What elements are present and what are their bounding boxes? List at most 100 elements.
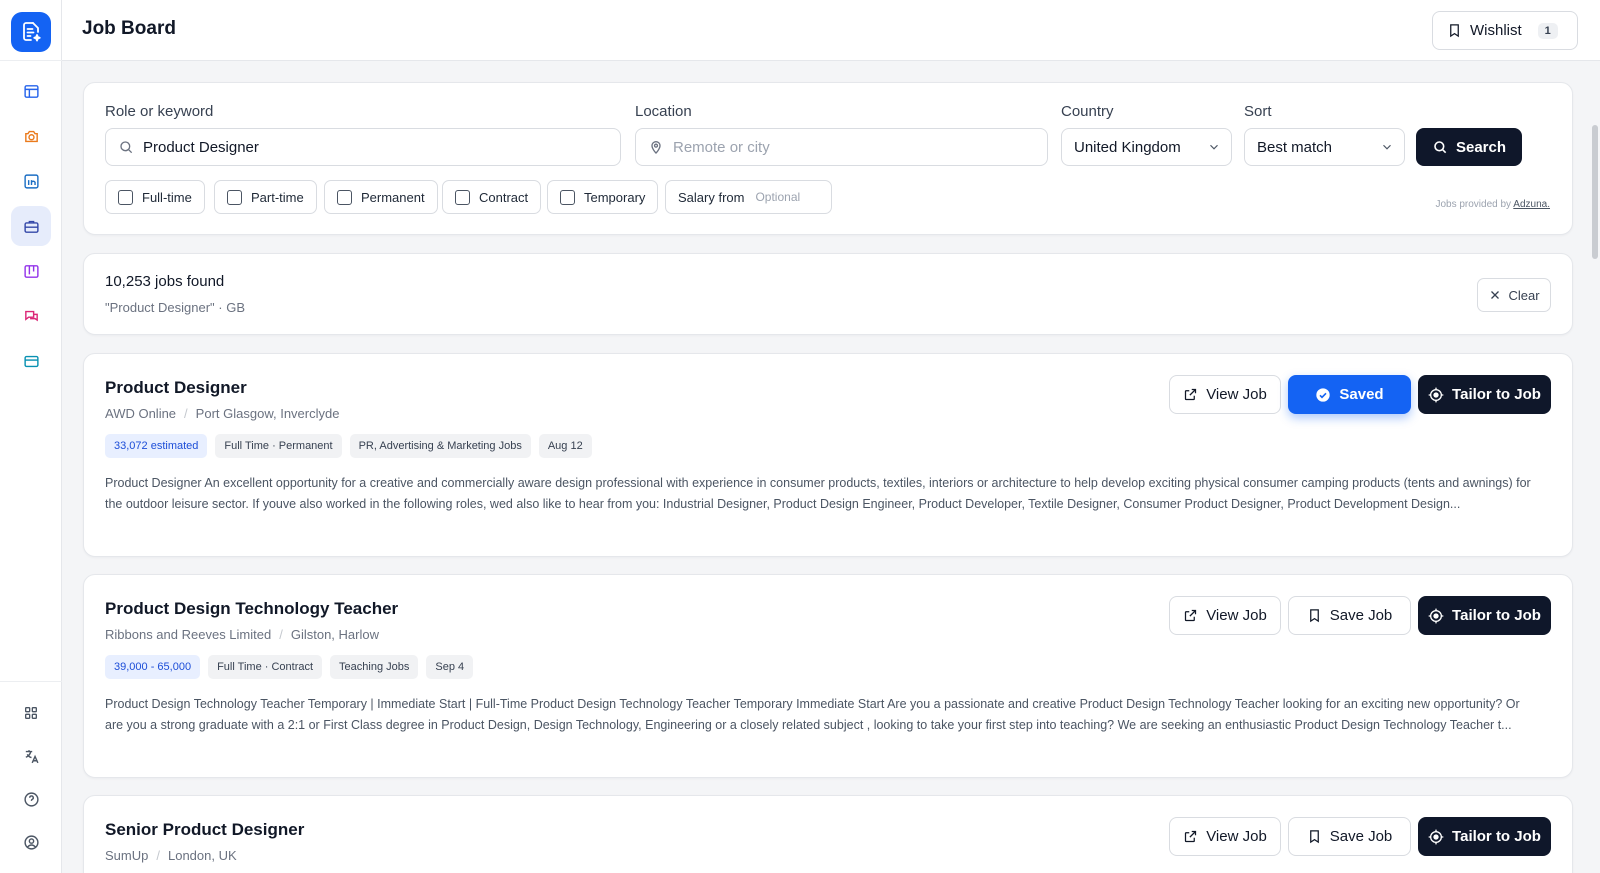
checkbox[interactable] <box>118 189 133 205</box>
sidebar-item-language[interactable] <box>11 736 51 776</box>
sidebar-item-kanban[interactable] <box>11 251 51 291</box>
job-actions: View Job Save Job Tailor to Job <box>1169 817 1551 856</box>
save-job-button[interactable]: Save Job <box>1288 817 1411 856</box>
app-logo[interactable] <box>11 12 51 52</box>
checkbox[interactable] <box>227 189 242 205</box>
filter-label: Full-time <box>142 189 192 205</box>
filter-temporary[interactable]: Temporary <box>547 180 659 214</box>
job-tags: 39,000 - 65,000 Full Time · Contract Tea… <box>105 655 474 679</box>
contract-tag: Full Time · Permanent <box>215 434 342 458</box>
job-meta: AWD Online / Port Glasgow, Inverclyde <box>105 406 339 421</box>
filter-label: Permanent <box>361 189 425 205</box>
search-icon <box>1434 141 1447 154</box>
wishlist-button[interactable]: Wishlist 1 <box>1432 11 1578 50</box>
job-company: SumUp <box>105 848 149 863</box>
filter-part-time[interactable]: Part-time <box>214 180 317 214</box>
window-icon <box>23 355 39 367</box>
tailor-label: Tailor to Job <box>1452 828 1541 845</box>
search-button-label: Search <box>1455 138 1507 156</box>
job-description: Product Design Technology Teacher Tempor… <box>105 697 1520 732</box>
sidebar-item-apps[interactable] <box>11 693 51 733</box>
sidebar-item-help[interactable] <box>11 779 51 819</box>
sidebar-item-linkedin[interactable] <box>11 161 51 201</box>
job-title[interactable]: Product Design Technology Teacher <box>105 599 398 619</box>
meta-separator: / <box>279 627 283 642</box>
bookmark-icon <box>1450 24 1459 38</box>
tailor-to-job-button[interactable]: Tailor to Job <box>1418 817 1551 856</box>
results-count: 10,253 jobs found <box>105 273 225 290</box>
clear-button[interactable]: Clear <box>1477 278 1551 312</box>
scrollbar-thumb[interactable] <box>1592 125 1598 259</box>
chevron-down-icon <box>1383 144 1391 150</box>
salary-tag: 33,072 estimated <box>105 434 208 458</box>
chevron-down-icon <box>1210 144 1218 150</box>
sidebar-item-dashboard[interactable] <box>11 71 51 111</box>
target-icon <box>1428 387 1444 402</box>
wishlist-label: Wishlist <box>1470 22 1522 39</box>
briefcase-icon <box>23 220 39 233</box>
view-job-button[interactable]: View Job <box>1169 817 1281 856</box>
filter-label: Temporary <box>584 189 646 205</box>
job-meta: SumUp / London, UK <box>105 848 237 863</box>
sidebar-item-messages[interactable] <box>11 296 51 336</box>
country-select[interactable]: United Kingdom <box>1061 128 1232 166</box>
sidebar-item-account[interactable] <box>11 822 51 862</box>
job-title[interactable]: Senior Product Designer <box>105 820 304 840</box>
bookmark-icon <box>1309 830 1319 844</box>
save-job-button[interactable]: Save Job <box>1288 596 1411 635</box>
view-job-label: View Job <box>1206 386 1267 403</box>
tailor-label: Tailor to Job <box>1452 386 1541 403</box>
user-icon <box>23 834 39 850</box>
checkbox[interactable] <box>455 189 470 205</box>
filter-full-time[interactable]: Full-time <box>105 180 205 214</box>
job-card: Senior Product Designer SumUp / London, … <box>83 795 1573 873</box>
provider-link[interactable]: Adzuna. <box>1513 199 1550 210</box>
view-job-label: View Job <box>1206 607 1267 624</box>
save-job-label: Save Job <box>1329 607 1393 624</box>
translate-icon <box>25 749 39 763</box>
external-link-icon <box>1185 388 1197 401</box>
check-circle-icon <box>1316 387 1331 402</box>
category-tag: Teaching Jobs <box>330 655 419 679</box>
search-panel: Role or keyword Product Designer Locatio… <box>83 82 1573 235</box>
filter-permanent[interactable]: Permanent <box>324 180 438 214</box>
filter-contract[interactable]: Contract <box>442 180 542 214</box>
job-actions: View Job Save Job Tailor to Job <box>1169 596 1551 635</box>
salary-tag: 39,000 - 65,000 <box>105 655 201 679</box>
location-placeholder: Remote or city <box>673 138 770 156</box>
view-job-button[interactable]: View Job <box>1169 375 1281 414</box>
tailor-to-job-button[interactable]: Tailor to Job <box>1418 375 1551 414</box>
job-tags: 33,072 estimated Full Time · Permanent P… <box>105 434 592 458</box>
job-card: Product Designer AWD Online / Port Glasg… <box>83 353 1573 557</box>
provider-credit: Jobs provided by Adzuna. <box>1435 199 1550 210</box>
role-input[interactable]: Product Designer <box>105 128 621 166</box>
chat-icon <box>24 310 38 321</box>
sidebar-item-job-board[interactable] <box>11 206 51 246</box>
main-content: Role or keyword Product Designer Locatio… <box>62 61 1600 873</box>
tailor-to-job-button[interactable]: Tailor to Job <box>1418 596 1551 635</box>
role-label: Role or keyword <box>105 103 214 120</box>
checkbox[interactable] <box>560 189 575 205</box>
checkbox[interactable] <box>337 189 352 205</box>
salary-from-input[interactable]: Salary from Optional <box>665 180 832 214</box>
close-icon <box>1491 291 1500 299</box>
saved-button[interactable]: Saved <box>1288 375 1411 414</box>
help-icon <box>23 791 39 807</box>
view-job-button[interactable]: View Job <box>1169 596 1281 635</box>
sort-select[interactable]: Best match <box>1244 128 1405 166</box>
contract-tag: Full Time · Contract <box>208 655 323 679</box>
category-tag: PR, Advertising & Marketing Jobs <box>349 434 531 458</box>
location-input[interactable]: Remote or city <box>635 128 1048 166</box>
country-label: Country <box>1061 103 1114 120</box>
map-pin-icon <box>651 141 661 154</box>
country-value: United Kingdom <box>1074 138 1181 156</box>
job-description: Product Designer An excellent opportunit… <box>105 476 1531 511</box>
page-title: Job Board <box>82 18 176 39</box>
search-button[interactable]: Search <box>1416 128 1522 166</box>
sidebar-item-browser[interactable] <box>11 341 51 381</box>
salary-label: Salary from <box>678 189 745 205</box>
meta-separator: / <box>156 848 160 863</box>
meta-separator: / <box>184 406 188 421</box>
job-title[interactable]: Product Designer <box>105 378 247 398</box>
sidebar-item-camera[interactable] <box>11 116 51 156</box>
